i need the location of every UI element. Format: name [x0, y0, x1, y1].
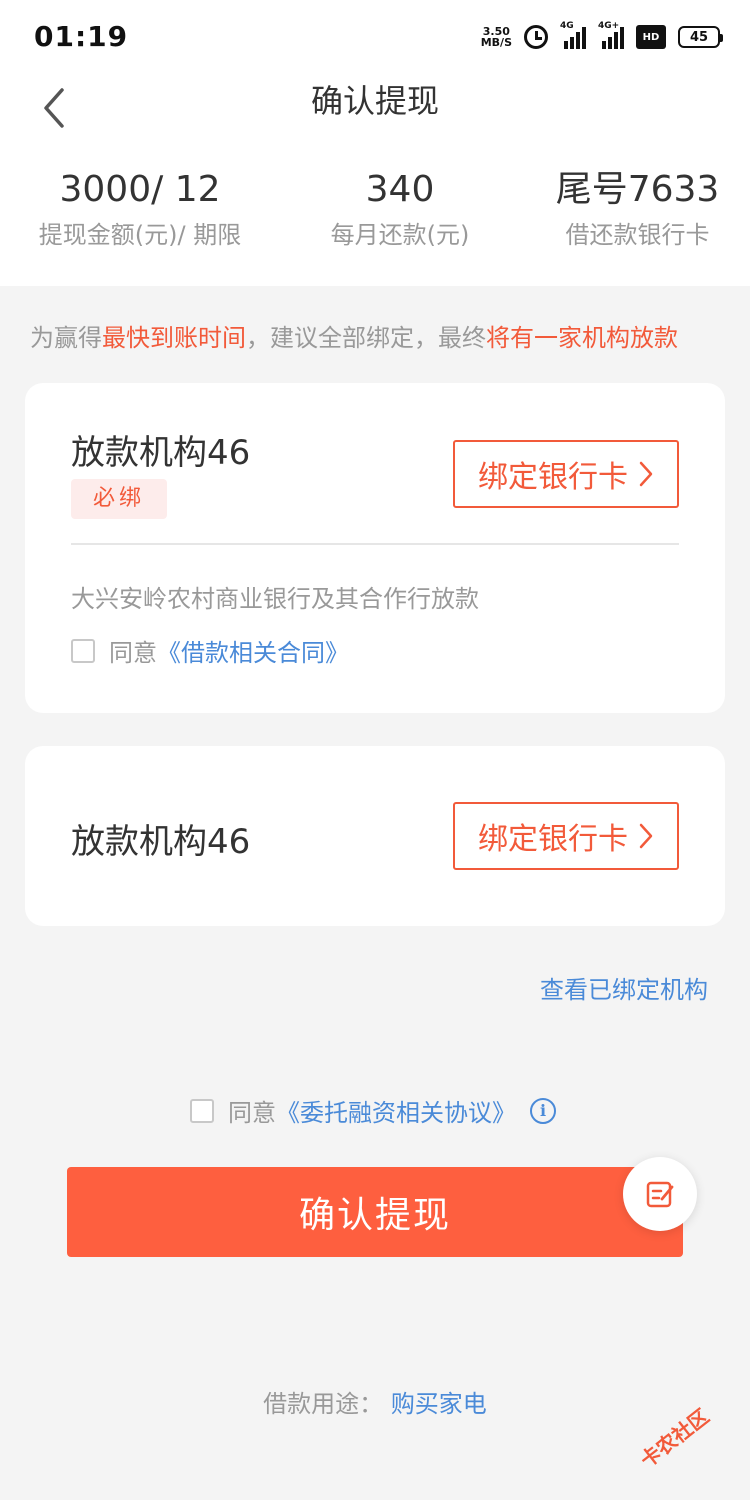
institution-card: 放款机构46 绑定银行卡: [25, 746, 725, 926]
loan-purpose: 借款用途： 购买家电: [0, 1384, 750, 1419]
status-time: 01:19: [34, 20, 129, 53]
bind-tip: 为赢得最快到账时间，建议全部绑定，最终将有一家机构放款: [30, 324, 678, 352]
summary-monthly: 340 每月还款(元): [300, 168, 500, 252]
hd-icon: HD: [636, 25, 666, 49]
institution-description: 大兴安岭农村商业银行及其合作行放款: [71, 585, 479, 613]
signal-4g-icon: 4G: [560, 21, 586, 49]
alarm-icon: [524, 25, 548, 49]
bind-card-label: 绑定银行卡: [478, 822, 628, 857]
institution-card: 放款机构46 必绑 绑定银行卡 大兴安岭农村商业银行及其合作行放款 同意《借款相…: [25, 383, 725, 713]
chevron-right-icon: [639, 461, 653, 487]
tip-highlight: 将有一家机构放款: [486, 324, 678, 352]
network-speed: 3.50 MB/S: [481, 26, 512, 48]
purpose-label: 借款用途：: [263, 1390, 384, 1418]
signal-4g-plus-icon: 4G+: [598, 21, 624, 49]
card-value: 尾号7633: [555, 169, 720, 210]
contract-agree-row[interactable]: 同意《借款相关合同》: [71, 633, 349, 668]
amount-value: 3000/ 12: [59, 169, 221, 210]
status-icons: 3.50 MB/S 4G 4G+ HD 45: [481, 21, 723, 52]
institution-name: 放款机构46: [71, 433, 251, 473]
chevron-right-icon: [639, 823, 653, 849]
bind-card-label: 绑定银行卡: [478, 460, 628, 495]
monthly-value: 340: [365, 169, 435, 210]
bind-card-button[interactable]: 绑定银行卡: [453, 802, 679, 870]
financing-agree-row[interactable]: 同意《委托融资相关协议》 i: [190, 1093, 556, 1128]
edit-note-icon[interactable]: [623, 1157, 697, 1231]
institution-name: 放款机构46: [71, 822, 251, 862]
view-bound-institutions-link[interactable]: 查看已绑定机构: [540, 970, 708, 1005]
page-title: 确认提现: [310, 82, 439, 120]
required-badge: 必绑: [71, 479, 167, 519]
nav-header: 确认提现: [0, 76, 750, 148]
monthly-label: 每月还款(元): [330, 221, 470, 249]
tip-highlight: 最快到账时间: [102, 324, 246, 352]
contract-checkbox[interactable]: [71, 638, 95, 663]
battery-icon: 45: [678, 26, 723, 48]
financing-checkbox[interactable]: [190, 1098, 214, 1123]
amount-label: 提现金额(元)/ 期限: [38, 221, 242, 249]
financing-agreement-link[interactable]: 《委托融资相关协议》: [276, 1099, 516, 1127]
purpose-value[interactable]: 购买家电: [391, 1390, 487, 1418]
summary-card: 尾号7633 借还款银行卡: [550, 168, 725, 252]
card-label: 借还款银行卡: [565, 221, 710, 249]
status-bar: 01:19 3.50 MB/S 4G 4G+ HD 45: [0, 0, 750, 76]
confirm-withdraw-button[interactable]: 确认提现: [67, 1167, 683, 1257]
withdraw-summary: 3000/ 12 提现金额(元)/ 期限 340 每月还款(元) 尾号7633 …: [0, 148, 750, 286]
bind-card-button[interactable]: 绑定银行卡: [453, 440, 679, 508]
contract-link[interactable]: 《借款相关合同》: [157, 639, 349, 667]
network-speed-unit: MB/S: [480, 36, 512, 49]
summary-amount: 3000/ 12 提现金额(元)/ 期限: [30, 168, 250, 252]
info-icon[interactable]: i: [530, 1097, 556, 1124]
divider: [71, 543, 679, 545]
